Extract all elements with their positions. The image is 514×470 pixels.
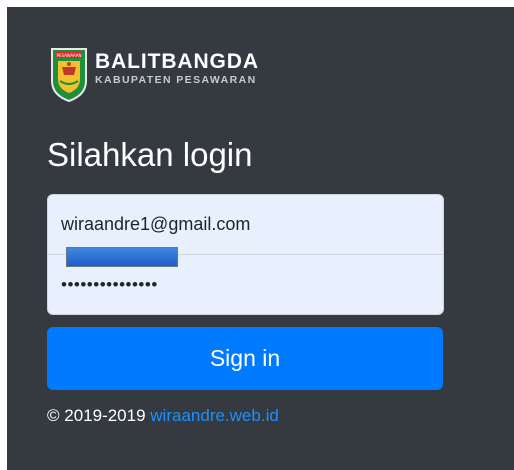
brand-subtitle: KABUPATEN PESAWARAN xyxy=(95,74,257,86)
login-panel: PESAWARAN BALITBANGDA KABUPATEN PESAWARA… xyxy=(7,7,514,470)
svg-text:PESAWARAN: PESAWARAN xyxy=(57,53,82,58)
footer-link[interactable]: wiraandre.web.id xyxy=(150,406,279,425)
brand-name: BALITBANGDA xyxy=(95,50,259,73)
autofill-highlight-bar xyxy=(66,247,178,267)
email-field[interactable] xyxy=(48,195,443,254)
brand-header: PESAWARAN BALITBANGDA KABUPATEN PESAWARA… xyxy=(50,45,259,105)
footer: © 2019-2019 wiraandre.web.id xyxy=(47,405,279,427)
login-form xyxy=(47,194,444,315)
pesawaran-shield-icon: PESAWARAN xyxy=(51,48,87,103)
brand-text: BALITBANGDA KABUPATEN PESAWARAN xyxy=(95,45,259,87)
sign-in-button[interactable]: Sign in xyxy=(47,327,443,390)
copyright-text: © 2019-2019 xyxy=(47,406,146,425)
login-heading: Silahkan login xyxy=(47,136,253,173)
